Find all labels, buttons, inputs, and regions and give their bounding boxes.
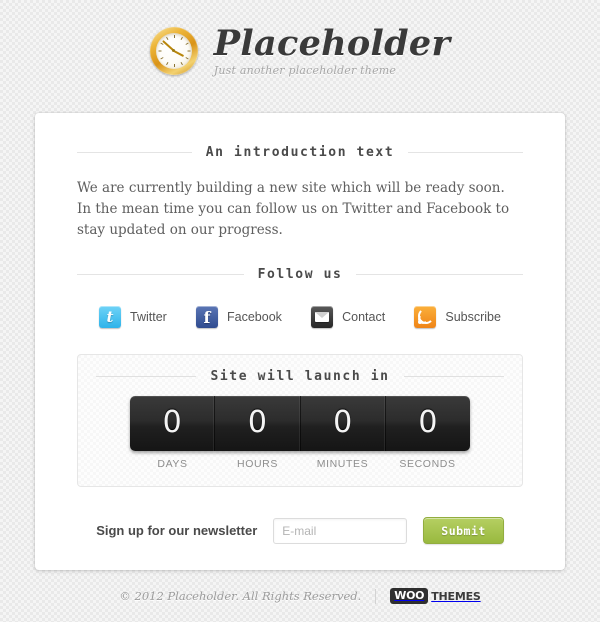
countdown-heading-label: Site will launch in bbox=[210, 369, 390, 384]
countdown-cell-hours: 0 bbox=[215, 396, 301, 451]
intro-heading-label: An introduction text bbox=[205, 145, 395, 160]
envelope-icon bbox=[311, 306, 334, 328]
newsletter-email-input[interactable] bbox=[273, 517, 408, 544]
rule-right bbox=[356, 274, 523, 275]
social-link-contact[interactable]: Contact bbox=[311, 306, 385, 328]
site-footer: © 2012 Placeholder. All Rights Reserved.… bbox=[0, 570, 600, 622]
countdown-cell-days: 0 bbox=[130, 396, 216, 451]
clock-icon bbox=[149, 26, 198, 75]
intro-body: We are currently building a new site whi… bbox=[77, 180, 510, 238]
newsletter-form: Sign up for our newsletter Submit bbox=[77, 515, 523, 544]
newsletter-submit-button[interactable]: Submit bbox=[423, 517, 504, 544]
facebook-icon: f bbox=[196, 306, 218, 328]
social-links: t Twitter f Facebook Contact Subscribe bbox=[77, 300, 523, 328]
site-title: Placeholder bbox=[213, 22, 451, 64]
social-label-contact: Contact bbox=[342, 310, 386, 324]
countdown-label-minutes: MINUTES bbox=[316, 458, 369, 470]
countdown-value-minutes: 0 bbox=[333, 405, 353, 440]
countdown-value-days: 0 bbox=[162, 405, 182, 440]
site-tagline: Just another placeholder theme bbox=[213, 63, 397, 77]
rule-right bbox=[408, 152, 524, 153]
woothemes-badge: WOO bbox=[390, 588, 429, 604]
countdown-labels: DAYS HOURS MINUTES SECONDS bbox=[130, 458, 470, 470]
social-link-subscribe[interactable]: Subscribe bbox=[414, 306, 501, 328]
social-link-facebook[interactable]: f Facebook bbox=[196, 306, 282, 328]
rule-left bbox=[77, 152, 192, 153]
countdown-cell-seconds: 0 bbox=[386, 396, 470, 451]
countdown-label-hours: HOURS bbox=[237, 458, 278, 470]
brand: Placeholder Just another placeholder the… bbox=[213, 22, 451, 77]
site-header: Placeholder Just another placeholder the… bbox=[0, 0, 600, 113]
countdown-value-seconds: 0 bbox=[418, 405, 438, 440]
countdown-panel: Site will launch in 0 0 0 0 DAYS HOURS M… bbox=[77, 354, 523, 487]
social-link-twitter[interactable]: t Twitter bbox=[99, 306, 167, 328]
countdown-label-seconds: SECONDS bbox=[399, 458, 456, 470]
rule-left bbox=[96, 376, 197, 377]
countdown-digits: 0 0 0 0 bbox=[130, 396, 470, 451]
follow-heading-label: Follow us bbox=[257, 267, 343, 282]
intro-heading: An introduction text bbox=[77, 145, 524, 160]
countdown-label-days: DAYS bbox=[157, 458, 188, 470]
countdown-heading: Site will launch in bbox=[96, 369, 505, 384]
countdown-value-hours: 0 bbox=[247, 405, 267, 440]
woothemes-wordmark: THEMES bbox=[431, 589, 481, 603]
social-label-facebook: Facebook bbox=[227, 310, 282, 324]
follow-heading: Follow us bbox=[77, 267, 523, 282]
clock-face bbox=[155, 32, 192, 69]
social-label-subscribe: Subscribe bbox=[445, 310, 501, 324]
twitter-icon: t bbox=[99, 306, 121, 328]
newsletter-label: Sign up for our newsletter bbox=[96, 523, 258, 538]
countdown-cell-minutes: 0 bbox=[301, 396, 386, 451]
footer-divider bbox=[375, 588, 377, 604]
copyright-text: © 2012 Placeholder. All Rights Reserved. bbox=[119, 589, 362, 603]
rss-icon bbox=[414, 306, 437, 328]
rule-right bbox=[403, 376, 505, 377]
rule-left bbox=[77, 274, 244, 275]
main-card: An introduction text We are currently bu… bbox=[35, 113, 565, 570]
social-label-twitter: Twitter bbox=[130, 310, 167, 324]
woothemes-logo[interactable]: WOO THEMES bbox=[390, 588, 481, 604]
